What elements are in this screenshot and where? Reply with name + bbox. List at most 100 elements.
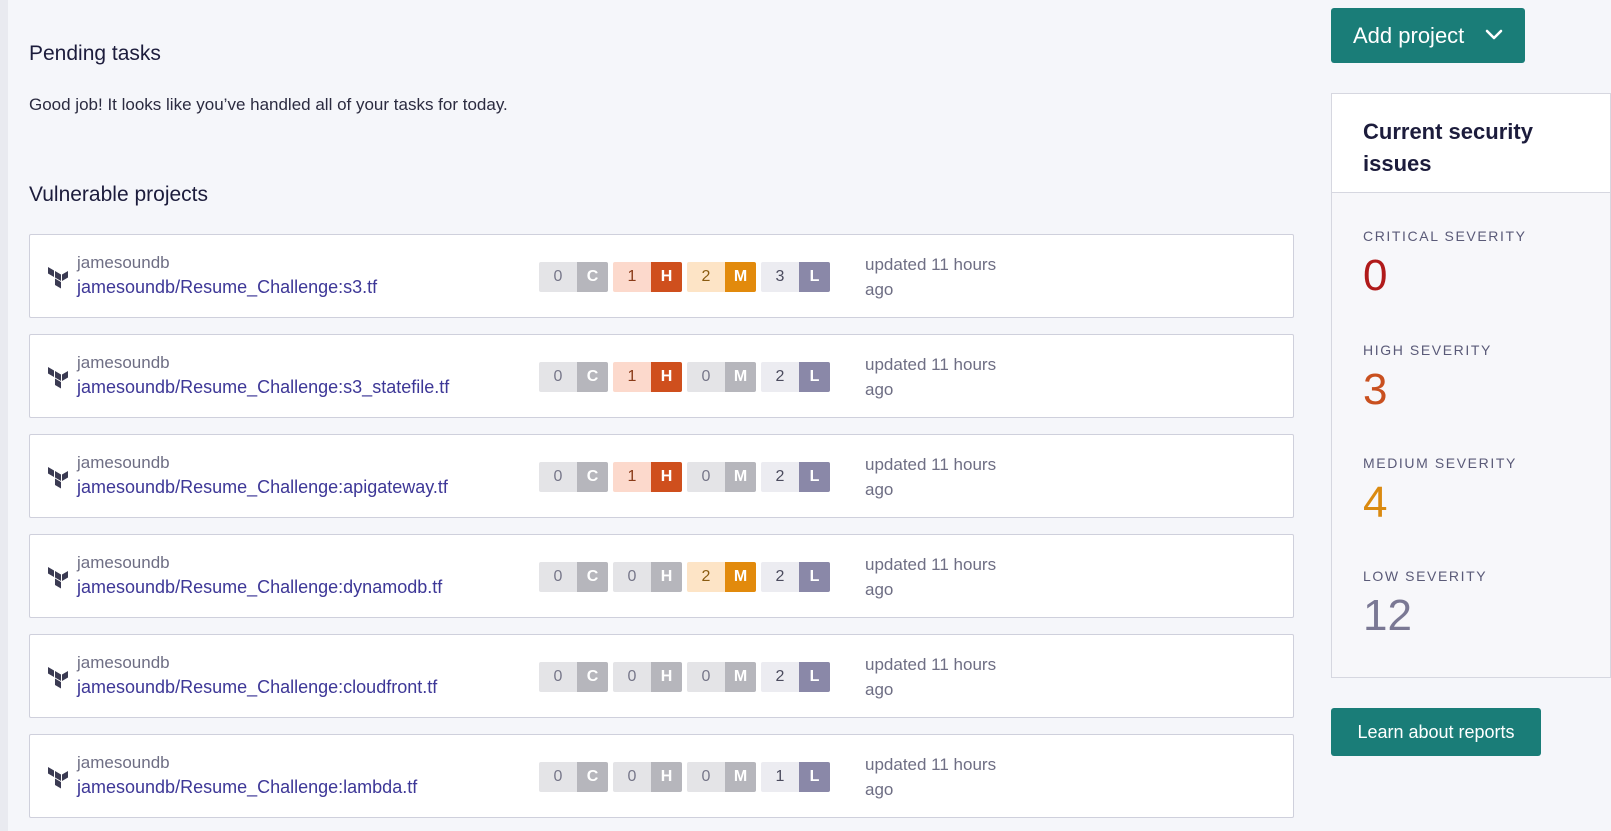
- project-link[interactable]: jamesoundb/Resume_Challenge:cloudfront.t…: [77, 677, 437, 698]
- project-link[interactable]: jamesoundb/Resume_Challenge:apigateway.t…: [77, 477, 448, 498]
- severity-letter: H: [651, 362, 682, 392]
- severity-count: 0: [613, 662, 651, 692]
- severity-badge-l: 2L: [761, 362, 830, 392]
- severity-count: 0: [687, 662, 725, 692]
- severity-badges: 0C0H0M2L: [539, 662, 835, 692]
- low-severity-block: LOW SEVERITY 12: [1363, 568, 1487, 642]
- project-owner: jamesoundb: [77, 653, 170, 672]
- critical-severity-count: 0: [1363, 251, 1388, 300]
- severity-count: 0: [613, 562, 651, 592]
- updated-timestamp: updated 11 hours ago: [865, 555, 997, 599]
- medium-severity-block: MEDIUM SEVERITY 4: [1363, 455, 1517, 529]
- severity-letter: H: [651, 762, 682, 792]
- severity-badge-l: 3L: [761, 262, 830, 292]
- project-link[interactable]: jamesoundb/Resume_Challenge:dynamodb.tf: [77, 577, 442, 598]
- security-card-header: Current security issues: [1332, 94, 1610, 193]
- severity-count: 0: [539, 662, 577, 692]
- project-link[interactable]: jamesoundb/Resume_Challenge:lambda.tf: [77, 777, 417, 798]
- severity-badge-l: 2L: [761, 662, 830, 692]
- severity-count: 1: [613, 362, 651, 392]
- add-project-button[interactable]: Add project: [1331, 8, 1525, 63]
- severity-letter: H: [651, 462, 682, 492]
- severity-letter: H: [651, 262, 682, 292]
- vulnerable-projects-list: jamesoundb jamesoundb/Resume_Challenge:s3…: [29, 234, 1294, 831]
- project-link[interactable]: jamesoundb/Resume_Challenge:s3.tf: [77, 277, 377, 298]
- project-row: jamesoundb jamesoundb/Resume_Challenge:s3…: [29, 334, 1294, 418]
- updated-timestamp: updated 11 hours ago: [865, 455, 997, 499]
- severity-letter: C: [577, 562, 608, 592]
- severity-letter: M: [725, 762, 756, 792]
- project-row: jamesoundb jamesoundb/Resume_Challenge:la…: [29, 734, 1294, 818]
- terraform-icon: [48, 267, 68, 289]
- terraform-icon: [48, 667, 68, 689]
- severity-count: 0: [539, 762, 577, 792]
- severity-letter: C: [577, 262, 608, 292]
- severity-badge-c: 0C: [539, 462, 608, 492]
- project-owner: jamesoundb: [77, 253, 170, 272]
- severity-letter: L: [799, 762, 830, 792]
- severity-badge-l: 2L: [761, 462, 830, 492]
- severity-count: 2: [687, 262, 725, 292]
- severity-badge-c: 0C: [539, 562, 608, 592]
- security-card-title: Current security issues: [1363, 119, 1533, 176]
- severity-count: 0: [687, 762, 725, 792]
- severity-badge-c: 0C: [539, 362, 608, 392]
- severity-badge-m: 0M: [687, 362, 756, 392]
- project-row: jamesoundb jamesoundb/Resume_Challenge:ap…: [29, 434, 1294, 518]
- critical-severity-label: CRITICAL SEVERITY: [1363, 228, 1527, 244]
- severity-count: 2: [761, 362, 799, 392]
- severity-badge-m: 2M: [687, 262, 756, 292]
- severity-badge-m: 0M: [687, 762, 756, 792]
- project-owner: jamesoundb: [77, 753, 170, 772]
- project-owner: jamesoundb: [77, 553, 170, 572]
- severity-letter: L: [799, 462, 830, 492]
- severity-count: 1: [613, 462, 651, 492]
- terraform-icon: [48, 367, 68, 389]
- severity-badge-c: 0C: [539, 262, 608, 292]
- severity-letter: M: [725, 362, 756, 392]
- project-owner: jamesoundb: [77, 453, 170, 472]
- project-owner: jamesoundb: [77, 353, 170, 372]
- severity-count: 0: [613, 762, 651, 792]
- severity-count: 0: [539, 262, 577, 292]
- severity-badge-c: 0C: [539, 762, 608, 792]
- project-row: jamesoundb jamesoundb/Resume_Challenge:s3…: [29, 234, 1294, 318]
- severity-count: 2: [687, 562, 725, 592]
- severity-count: 1: [613, 262, 651, 292]
- severity-count: 0: [539, 562, 577, 592]
- updated-timestamp: updated 11 hours ago: [865, 355, 997, 399]
- learn-about-reports-button[interactable]: Learn about reports: [1331, 708, 1541, 756]
- terraform-icon: [48, 467, 68, 489]
- severity-letter: L: [799, 262, 830, 292]
- severity-badges: 0C1H0M2L: [539, 362, 835, 392]
- severity-letter: C: [577, 462, 608, 492]
- critical-severity-block: CRITICAL SEVERITY 0: [1363, 228, 1527, 302]
- severity-badge-l: 2L: [761, 562, 830, 592]
- severity-badge-h: 0H: [613, 762, 682, 792]
- pending-tasks-message: Good job! It looks like you’ve handled a…: [29, 95, 508, 114]
- severity-letter: M: [725, 662, 756, 692]
- high-severity-count: 3: [1363, 365, 1388, 414]
- severity-letter: C: [577, 362, 608, 392]
- severity-letter: L: [799, 362, 830, 392]
- severity-badge-m: 0M: [687, 462, 756, 492]
- severity-count: 0: [687, 462, 725, 492]
- terraform-icon: [48, 767, 68, 789]
- severity-count: 1: [761, 762, 799, 792]
- project-row: jamesoundb jamesoundb/Resume_Challenge:cl…: [29, 634, 1294, 718]
- high-severity-label: HIGH SEVERITY: [1363, 342, 1492, 358]
- severity-badges: 0C1H0M2L: [539, 462, 835, 492]
- severity-badge-c: 0C: [539, 662, 608, 692]
- high-severity-block: HIGH SEVERITY 3: [1363, 342, 1492, 416]
- terraform-icon: [48, 567, 68, 589]
- severity-badge-h: 1H: [613, 462, 682, 492]
- project-link[interactable]: jamesoundb/Resume_Challenge:s3_statefile…: [77, 377, 449, 398]
- severity-letter: H: [651, 562, 682, 592]
- medium-severity-count: 4: [1363, 478, 1388, 527]
- severity-badge-l: 1L: [761, 762, 830, 792]
- pending-tasks-title: Pending tasks: [29, 42, 161, 65]
- severity-badge-h: 0H: [613, 562, 682, 592]
- severity-letter: H: [651, 662, 682, 692]
- severity-badge-h: 1H: [613, 362, 682, 392]
- vulnerable-projects-title: Vulnerable projects: [29, 183, 208, 206]
